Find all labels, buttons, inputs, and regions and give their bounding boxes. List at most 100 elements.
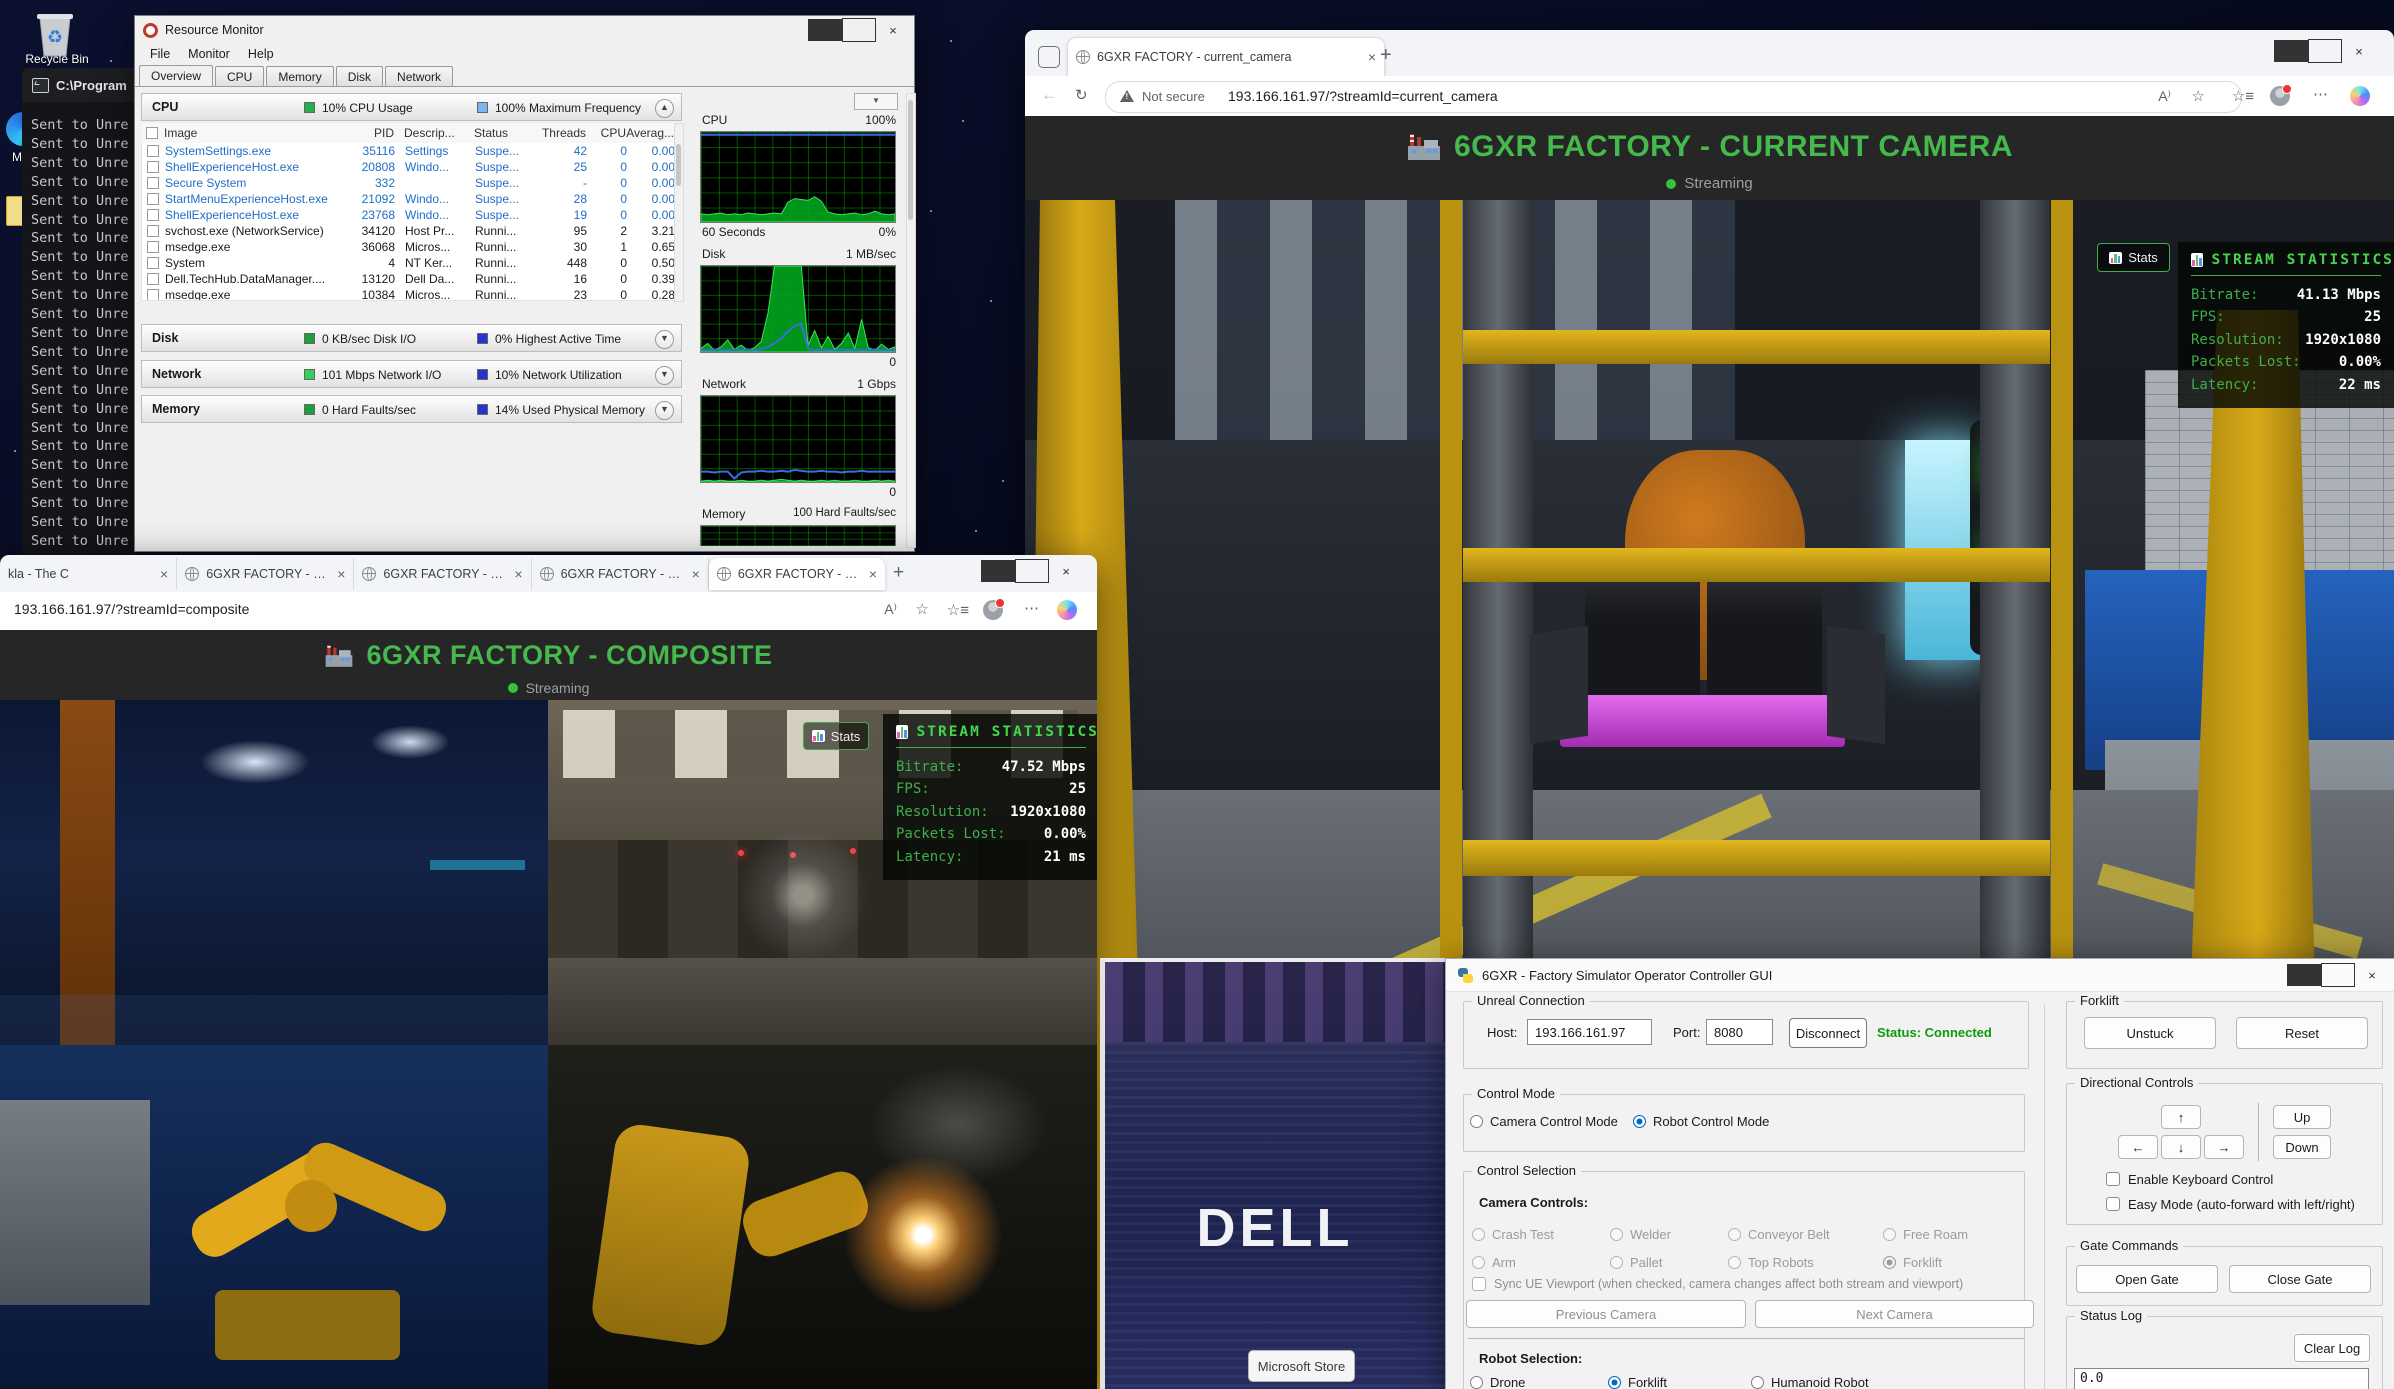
disconnect-button[interactable]: Disconnect [1789,1018,1867,1048]
read-aloud-icon[interactable]: A⁾ [2158,88,2171,105]
profile-avatar[interactable] [2270,86,2290,106]
radio-free-roam[interactable]: Free Roam [1883,1227,2003,1242]
console-titlebar[interactable]: C:\Program [22,68,134,102]
close-icon[interactable]: × [1049,560,1083,582]
status-log-textarea[interactable]: 0.0 [2074,1368,2369,1389]
browser-tab[interactable]: 6GXR FACTORY - composit...× [354,558,531,590]
process-row[interactable]: Secure System332Suspe...-00.00 [142,175,675,191]
gui-titlebar[interactable]: 6GXR - Factory Simulator Operator Contro… [1446,959,2394,992]
process-row[interactable]: msedge.exe10384Micros...Runni...2300.28 [142,287,675,301]
backward-button[interactable]: ↓ [2161,1135,2201,1159]
collections-icon[interactable]: ☆≡ [947,601,969,619]
tab-close-icon[interactable]: × [692,566,700,582]
radio-pallet[interactable]: Pallet [1610,1255,1728,1270]
header-checkbox[interactable] [146,127,158,139]
menu-file[interactable]: File [141,45,179,63]
recycle-bin-icon[interactable]: ♻ [26,10,84,58]
microsoft-store-button[interactable]: Microsoft Store [1248,1350,1355,1382]
favorite-star-icon[interactable]: ☆ [2192,87,2205,105]
maximize-icon[interactable] [842,19,876,41]
minimize-icon[interactable] [808,19,842,41]
keyboard-control-checkbox[interactable] [2106,1172,2120,1186]
browser-tab[interactable]: 6GXR FACTORY - composit...× [177,558,354,590]
radio-arm[interactable]: Arm [1472,1255,1610,1270]
menu-monitor[interactable]: Monitor [179,45,239,63]
rm-table-header[interactable]: Image PID Descrip... Status Threads CPU … [141,123,674,144]
row-checkbox[interactable] [147,209,159,221]
profile-avatar[interactable] [983,600,1003,620]
close-icon[interactable]: × [2355,964,2389,986]
maximize-icon[interactable] [2321,964,2355,986]
process-row[interactable]: ShellExperienceHost.exe23768Windo...Susp… [142,207,675,223]
maximize-icon[interactable] [2308,40,2342,62]
menu-help[interactable]: Help [239,45,283,63]
port-field[interactable]: 8080 [1706,1019,1773,1045]
tab-close-icon[interactable]: × [337,566,345,582]
down-button[interactable]: Down [2273,1135,2331,1159]
forward-button[interactable]: ↑ [2161,1105,2201,1129]
maximize-icon[interactable] [1015,560,1049,582]
tab-close-icon[interactable]: × [160,566,168,582]
radio-robot-control-mode[interactable]: Robot Control Mode [1633,1114,1833,1129]
workspaces-icon[interactable] [1038,46,1060,68]
row-checkbox[interactable] [147,145,159,157]
clear-log-button[interactable]: Clear Log [2294,1334,2370,1362]
easy-mode-checkbox[interactable] [2106,1197,2120,1211]
favorite-star-icon[interactable]: ☆ [916,600,929,618]
browser-tab-current-camera[interactable]: 6GXR FACTORY - current_camera × [1067,37,1385,76]
collections-icon[interactable]: ☆≡ [2232,87,2254,105]
browser-tab[interactable]: 6GXR FACTORY - composit...× [709,558,885,590]
rm-memory-section-header[interactable]: Memory 0 Hard Faults/sec 14% Used Physic… [141,395,682,423]
address-bar[interactable]: Not secure 193.166.161.97/?streamId=curr… [1105,81,2242,113]
radio-welder[interactable]: Welder [1610,1227,1728,1242]
read-aloud-icon[interactable]: A⁾ [884,601,897,618]
copilot-icon[interactable] [2350,86,2370,106]
new-tab-icon[interactable]: + [1380,44,1392,67]
chevron-down-icon[interactable]: ▼ [655,366,674,385]
process-row[interactable]: svchost.exe (NetworkService)34120Host Pr… [142,223,675,239]
stats-button[interactable]: Stats [2097,243,2170,272]
process-row[interactable]: Dell.TechHub.DataManager....13120Dell Da… [142,271,675,287]
row-checkbox[interactable] [147,177,159,189]
process-row[interactable]: msedge.exe36068Micros...Runni...3010.65 [142,239,675,255]
tab-memory[interactable]: Memory [266,66,333,88]
previous-camera-button[interactable]: Previous Camera [1466,1300,1746,1328]
rm-network-section-header[interactable]: Network 101 Mbps Network I/O 10% Network… [141,360,682,388]
unstuck-button[interactable]: Unstuck [2084,1017,2216,1049]
close-icon[interactable]: × [876,19,910,41]
browser-tab[interactable]: kla - The C× [0,558,177,590]
row-checkbox[interactable] [147,273,159,285]
tab-close-icon[interactable]: × [869,566,877,582]
row-checkbox[interactable] [147,257,159,269]
minimize-icon[interactable] [2287,964,2321,986]
sync-viewport-checkbox[interactable] [1472,1277,1486,1291]
radio-crash-test[interactable]: Crash Test [1472,1227,1610,1242]
close-icon[interactable]: × [2342,40,2376,62]
browser-tab[interactable]: 6GXR FACTORY - composit...× [532,558,709,590]
radio-forklift[interactable]: Forklift [1608,1375,1751,1389]
host-field[interactable]: 193.166.161.97 [1527,1019,1652,1045]
tab-disk[interactable]: Disk [336,66,383,88]
table-scrollbar[interactable] [674,123,684,302]
tab-cpu[interactable]: CPU [215,66,264,88]
radio-conveyor-belt[interactable]: Conveyor Belt [1728,1227,1883,1242]
new-tab-icon[interactable]: + [893,562,904,584]
process-row[interactable]: StartMenuExperienceHost.exe21092Windo...… [142,191,675,207]
row-checkbox[interactable] [147,161,159,173]
chevron-up-icon[interactable]: ▲ [655,99,674,118]
copilot-icon[interactable] [1057,600,1077,620]
minimize-icon[interactable] [2274,40,2308,62]
row-checkbox[interactable] [147,289,159,301]
minimize-icon[interactable] [981,560,1015,582]
process-row[interactable]: System4NT Ker...Runni...44800.50 [142,255,675,271]
row-checkbox[interactable] [147,193,159,205]
tab-close-icon[interactable]: × [514,566,522,582]
close-gate-button[interactable]: Close Gate [2229,1265,2371,1293]
chevron-down-icon[interactable]: ▼ [655,401,674,420]
process-row[interactable]: ShellExperienceHost.exe20808Windo...Susp… [142,159,675,175]
reset-button[interactable]: Reset [2236,1017,2368,1049]
more-menu-icon[interactable]: ⋯ [1024,599,1039,617]
views-dropdown[interactable]: ▼ [854,93,898,110]
pane-scrollbar[interactable] [906,93,916,548]
radio-drone[interactable]: Drone [1470,1375,1608,1389]
